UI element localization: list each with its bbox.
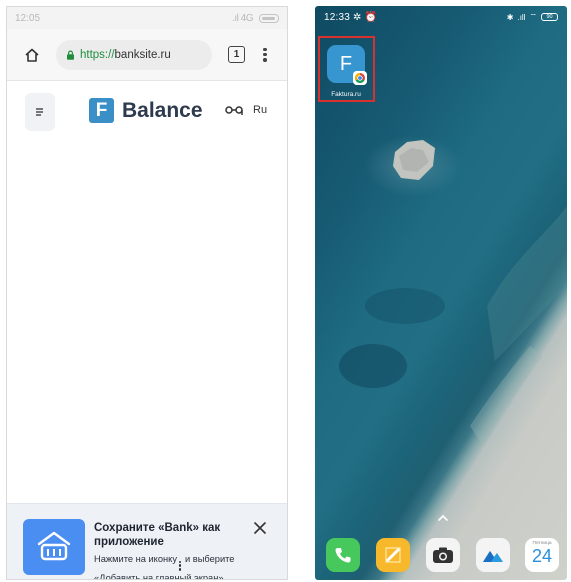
signal-indicator: .ıl 4G xyxy=(232,12,254,24)
home-button[interactable] xyxy=(20,43,44,67)
network-type: 4G xyxy=(240,12,254,24)
app-label: Faktura.ru xyxy=(331,91,361,98)
banner-text-before: Нажмите на иконку xyxy=(94,554,177,564)
status-time: 12:33 ✲ ⏰ xyxy=(324,11,378,23)
bluetooth-icon: ✱ xyxy=(506,12,514,22)
hamburger-icon xyxy=(36,108,43,116)
app-icon-letter: F xyxy=(339,52,353,75)
url-text: https://banksite.ru xyxy=(80,49,171,61)
wifi-icon: ⌔ xyxy=(529,12,537,21)
status-icons: ✱ .ıll ⌔ 90 xyxy=(507,12,558,22)
lock-icon xyxy=(67,50,74,60)
phone-app-icon[interactable] xyxy=(326,538,360,572)
status-time: 12:05 xyxy=(15,12,41,24)
signal-icon: .ıll xyxy=(517,12,526,22)
status-bar: 12:05 .ıl 4G xyxy=(7,7,287,29)
url-scheme: https:// xyxy=(80,48,115,61)
chrome-badge-icon xyxy=(353,71,367,85)
address-bar[interactable]: https://banksite.ru xyxy=(56,39,212,70)
tab-switcher-button[interactable]: 1 xyxy=(228,46,245,63)
bank-building-icon xyxy=(37,531,71,561)
battery-icon xyxy=(259,13,279,23)
home-screen-screenshot: 12:33 ✲ ⏰ ✱ .ıll ⌔ 90 F Faktura.ru Пятни… xyxy=(315,6,567,580)
notes-app-icon[interactable] xyxy=(376,538,410,572)
browser-phone-screenshot: 12:05 .ıl 4G https://banksite.ru 1 F Bal… xyxy=(6,6,288,580)
tab-count: 1 xyxy=(233,49,240,60)
banner-title: Сохраните «Bank» как приложение xyxy=(94,522,221,548)
calendar-day: 24 xyxy=(531,546,553,566)
status-bar: 12:33 ✲ ⏰ ✱ .ıll ⌔ 90 xyxy=(315,6,567,28)
logo-text: Balance xyxy=(122,98,203,122)
camera-app-icon[interactable] xyxy=(426,538,460,572)
gallery-icon xyxy=(483,551,503,562)
menu-dot xyxy=(263,58,267,62)
menu-dot xyxy=(263,52,267,57)
browser-menu-button[interactable] xyxy=(259,45,271,65)
camera-icon xyxy=(433,547,453,563)
close-icon[interactable] xyxy=(253,521,267,535)
gallery-app-icon[interactable] xyxy=(476,538,510,572)
site-logo[interactable]: F Balance xyxy=(89,98,203,123)
calendar-app-icon[interactable]: Пятница 24 xyxy=(525,538,559,572)
menu-dot xyxy=(263,47,267,51)
logo-mark: F xyxy=(89,98,114,123)
kebab-icon xyxy=(178,560,183,571)
wallpaper-rock xyxy=(393,140,435,180)
browser-toolbar: https://banksite.ru 1 xyxy=(7,29,287,81)
url-host: banksite.ru xyxy=(114,48,171,61)
glasses-icon[interactable] xyxy=(224,106,244,116)
phone-icon xyxy=(335,548,351,563)
banner-instructions: Нажмите на иконку и выберите «Добавить на… xyxy=(94,552,279,579)
notes-icon xyxy=(385,547,401,563)
chevron-up-icon[interactable] xyxy=(437,514,449,522)
home-icon xyxy=(25,48,39,62)
bank-app-icon xyxy=(23,519,85,575)
language-switch[interactable]: Ru xyxy=(253,104,267,116)
site-menu-button[interactable] xyxy=(25,93,55,131)
install-app-banner: Сохраните «Bank» как приложение Нажмите … xyxy=(7,503,287,579)
site-header: F Balance Ru xyxy=(7,81,287,143)
battery-icon: 90 xyxy=(541,13,558,21)
